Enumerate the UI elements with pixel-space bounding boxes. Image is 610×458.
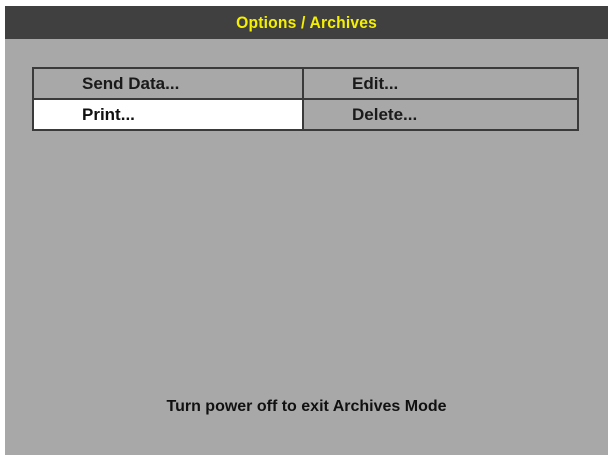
archives-screen: Options / Archives Send Data... Edit... …	[5, 6, 608, 455]
menu-item-delete[interactable]: Delete...	[304, 100, 579, 129]
screen-title: Options / Archives	[236, 12, 377, 32]
status-message: Turn power off to exit Archives Mode	[166, 398, 447, 415]
menu-item-send-data[interactable]: Send Data...	[34, 69, 304, 100]
options-menu: Send Data... Edit... Print... Delete...	[32, 67, 579, 131]
title-bar: Options / Archives	[5, 6, 608, 39]
menu-item-print[interactable]: Print...	[34, 100, 304, 129]
menu-item-edit[interactable]: Edit...	[304, 69, 579, 100]
